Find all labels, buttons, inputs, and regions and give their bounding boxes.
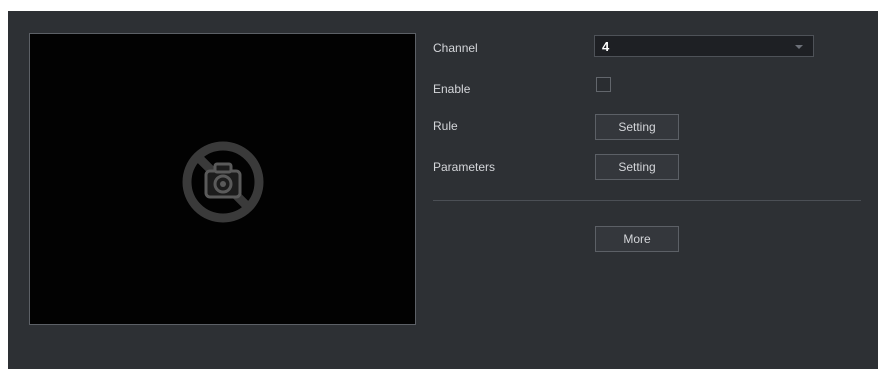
section-divider	[433, 200, 861, 201]
channel-select-value: 4	[602, 39, 610, 54]
parameters-label: Parameters	[433, 160, 496, 174]
video-preview	[29, 33, 416, 325]
enable-checkbox[interactable]	[596, 77, 611, 92]
chevron-down-icon	[795, 45, 803, 49]
rule-label: Rule	[433, 119, 458, 133]
channel-label: Channel	[433, 41, 478, 55]
config-form: Channel 4 Enable Rule Setting Parameters…	[433, 11, 878, 369]
settings-panel: Channel 4 Enable Rule Setting Parameters…	[8, 11, 878, 369]
enable-label: Enable	[433, 82, 471, 96]
parameters-setting-button[interactable]: Setting	[595, 154, 679, 180]
channel-select[interactable]: 4	[594, 35, 814, 57]
no-camera-icon	[182, 141, 264, 223]
rule-setting-button[interactable]: Setting	[595, 114, 679, 140]
more-button[interactable]: More	[595, 226, 679, 252]
